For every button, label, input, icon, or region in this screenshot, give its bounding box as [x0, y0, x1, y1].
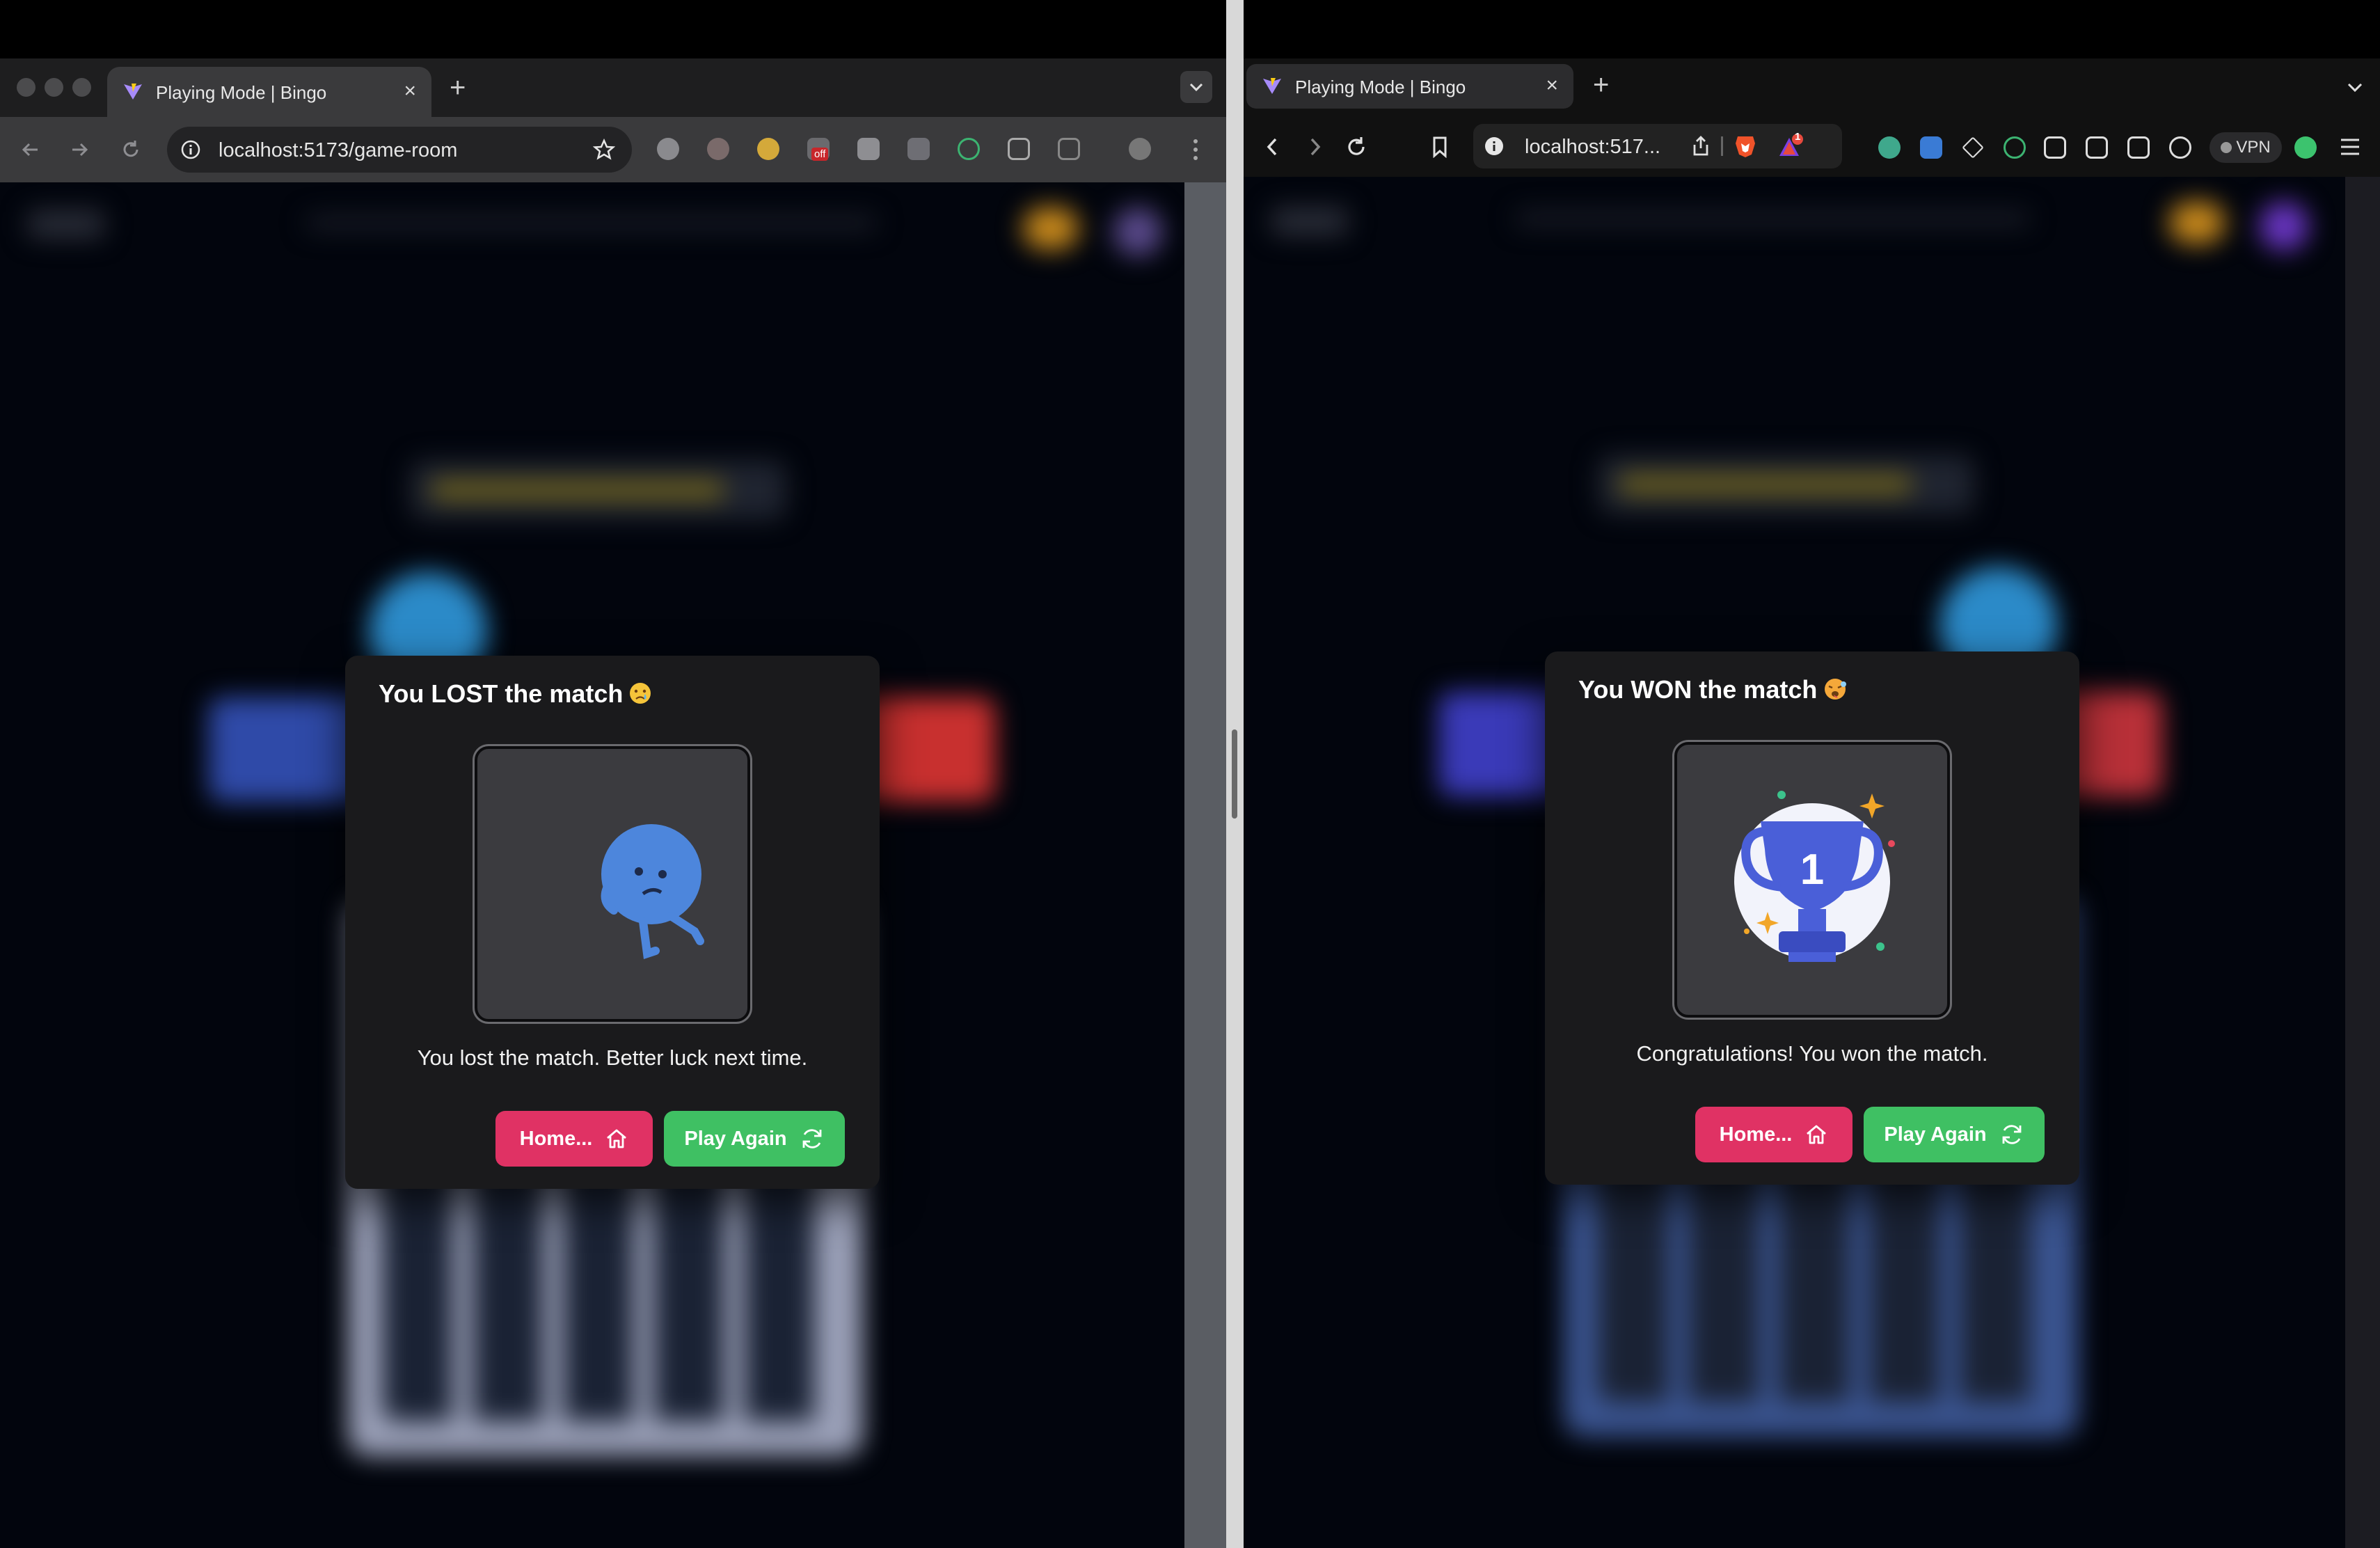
- toolbar: localhost:517... 1 VPN: [1244, 117, 2380, 177]
- extension-5-icon[interactable]: [857, 138, 880, 160]
- refresh-icon: [2002, 1125, 2021, 1144]
- page-scrollbar[interactable]: [2345, 177, 2380, 1548]
- notification-count: 1: [1795, 131, 1801, 143]
- chevron-down-icon[interactable]: [2343, 75, 2367, 99]
- trophy-icon: 1: [1734, 791, 1895, 962]
- extension-3-icon[interactable]: [757, 138, 779, 160]
- page-content: You WON the match 1 Congratulations! You…: [1244, 177, 2380, 1548]
- new-tab-icon[interactable]: +: [450, 74, 466, 102]
- page-content: You LOST the match You lost the match. B…: [0, 182, 1226, 1548]
- extension-1-icon[interactable]: [1878, 136, 1901, 159]
- vpn-button[interactable]: VPN: [2210, 132, 2282, 163]
- profile-avatar[interactable]: [2294, 136, 2317, 159]
- extension-badge: off: [811, 148, 829, 161]
- extension-7-icon[interactable]: [958, 138, 980, 160]
- dialog-message: Congratulations! You won the match.: [1636, 1041, 1988, 1066]
- tab-strip: Playing Mode | Bingo × +: [1244, 58, 2380, 117]
- window-maximize-dot[interactable]: [72, 78, 91, 97]
- tab-title: Playing Mode | Bingo: [1295, 77, 1466, 97]
- home-button-label: Home...: [1719, 1123, 1793, 1146]
- hot-face-emoji-icon: [1825, 679, 1847, 700]
- puzzle-extensions-icon[interactable]: [1058, 138, 1080, 160]
- split-view-handle[interactable]: [1232, 729, 1237, 819]
- vite-favicon-icon: [124, 84, 142, 100]
- window-minimize-dot[interactable]: [45, 78, 63, 97]
- play-again-button[interactable]: Play Again: [664, 1111, 845, 1167]
- share-icon[interactable]: [1690, 135, 1711, 157]
- reload-icon[interactable]: [1340, 117, 1373, 177]
- brave-lion-icon[interactable]: [1734, 134, 1757, 159]
- profile-avatar[interactable]: [1129, 138, 1151, 160]
- refresh-icon: [802, 1129, 821, 1148]
- extension-6-icon[interactable]: [907, 138, 930, 160]
- sad-blob-character-icon: [601, 824, 704, 959]
- wallet-icon[interactable]: [2127, 136, 2150, 159]
- play-again-button[interactable]: Play Again: [1864, 1107, 2045, 1162]
- trophy-number: 1: [1800, 846, 1824, 894]
- home-icon: [1807, 1125, 1827, 1144]
- home-icon: [607, 1129, 627, 1148]
- address-separator: [1721, 136, 1723, 156]
- sad-character-illustration: [475, 746, 750, 1022]
- toolbar: localhost:5173/game-room off: [0, 117, 1226, 182]
- tab-playing-mode[interactable]: Playing Mode | Bingo ×: [107, 67, 431, 117]
- window-close-dot[interactable]: [17, 78, 35, 97]
- tab-search-button[interactable]: [1180, 71, 1212, 103]
- extension-8-icon[interactable]: [1008, 138, 1030, 160]
- forward-arrow-icon[interactable]: [1298, 117, 1331, 177]
- extension-4-icon[interactable]: [2004, 136, 2026, 159]
- sidebar-icon[interactable]: [2086, 136, 2108, 159]
- match-won-dialog: You WON the match 1 Congratulations! You…: [1545, 651, 2079, 1185]
- back-arrow-icon[interactable]: [1256, 117, 1290, 177]
- tab-strip: Playing Mode | Bingo × +: [0, 58, 1226, 117]
- address-bar[interactable]: localhost:517... 1: [1473, 124, 1842, 168]
- menu-kebab-icon[interactable]: [1179, 117, 1212, 182]
- reload-icon[interactable]: [114, 117, 148, 182]
- sad-face-emoji-icon: [630, 683, 651, 704]
- tab-close-icon[interactable]: ×: [1546, 74, 1558, 97]
- match-lost-dialog: You LOST the match You lost the match. B…: [345, 656, 880, 1189]
- dialog-title: You WON the match: [1578, 675, 1848, 704]
- puzzle-extensions-icon[interactable]: [2044, 136, 2066, 159]
- info-icon[interactable]: [1483, 135, 1505, 157]
- extension-2-icon[interactable]: [1920, 136, 1942, 159]
- extension-1-icon[interactable]: [657, 138, 679, 160]
- url-text: localhost:5173/game-room: [219, 139, 458, 161]
- eyedropper-icon[interactable]: [1962, 136, 1984, 159]
- play-again-button-label: Play Again: [684, 1127, 787, 1150]
- home-button[interactable]: Home...: [1695, 1107, 1853, 1162]
- forward-arrow-icon[interactable]: [63, 117, 96, 182]
- vpn-label: VPN: [2236, 138, 2271, 157]
- url-text: localhost:517...: [1525, 136, 1661, 158]
- bookmark-icon[interactable]: [1423, 117, 1457, 177]
- vite-favicon-icon: [1263, 78, 1281, 94]
- dialog-message: You lost the match. Better luck next tim…: [417, 1045, 808, 1070]
- dialog-title: You LOST the match: [379, 679, 652, 709]
- address-bar[interactable]: localhost:5173/game-room: [167, 127, 632, 173]
- tab-playing-mode[interactable]: Playing Mode | Bingo ×: [1246, 64, 1573, 109]
- left-browser-window: Playing Mode | Bingo × + localhost:5173/…: [0, 58, 1226, 1548]
- vpn-status-icon: [2221, 142, 2232, 153]
- tab-close-icon[interactable]: ×: [404, 79, 416, 103]
- back-arrow-icon[interactable]: [14, 117, 47, 182]
- info-icon[interactable]: [180, 139, 202, 161]
- page-scrollbar[interactable]: [1184, 182, 1226, 1548]
- play-again-button-label: Play Again: [1884, 1123, 1987, 1146]
- right-browser-window: Playing Mode | Bingo × + localhost:517..…: [1244, 58, 2380, 1548]
- chevron-down-icon: [1189, 83, 1203, 92]
- trophy-illustration: 1: [1674, 742, 1950, 1018]
- new-tab-icon[interactable]: +: [1593, 71, 1609, 99]
- extension-4-icon[interactable]: off: [807, 138, 830, 161]
- leo-ai-icon[interactable]: [2169, 136, 2191, 159]
- menu-icon[interactable]: [2333, 117, 2367, 177]
- home-button-label: Home...: [519, 1127, 593, 1150]
- extension-2-icon[interactable]: [707, 138, 729, 160]
- tab-title: Playing Mode | Bingo: [156, 82, 327, 103]
- star-icon[interactable]: [593, 139, 615, 161]
- home-button[interactable]: Home...: [495, 1111, 653, 1167]
